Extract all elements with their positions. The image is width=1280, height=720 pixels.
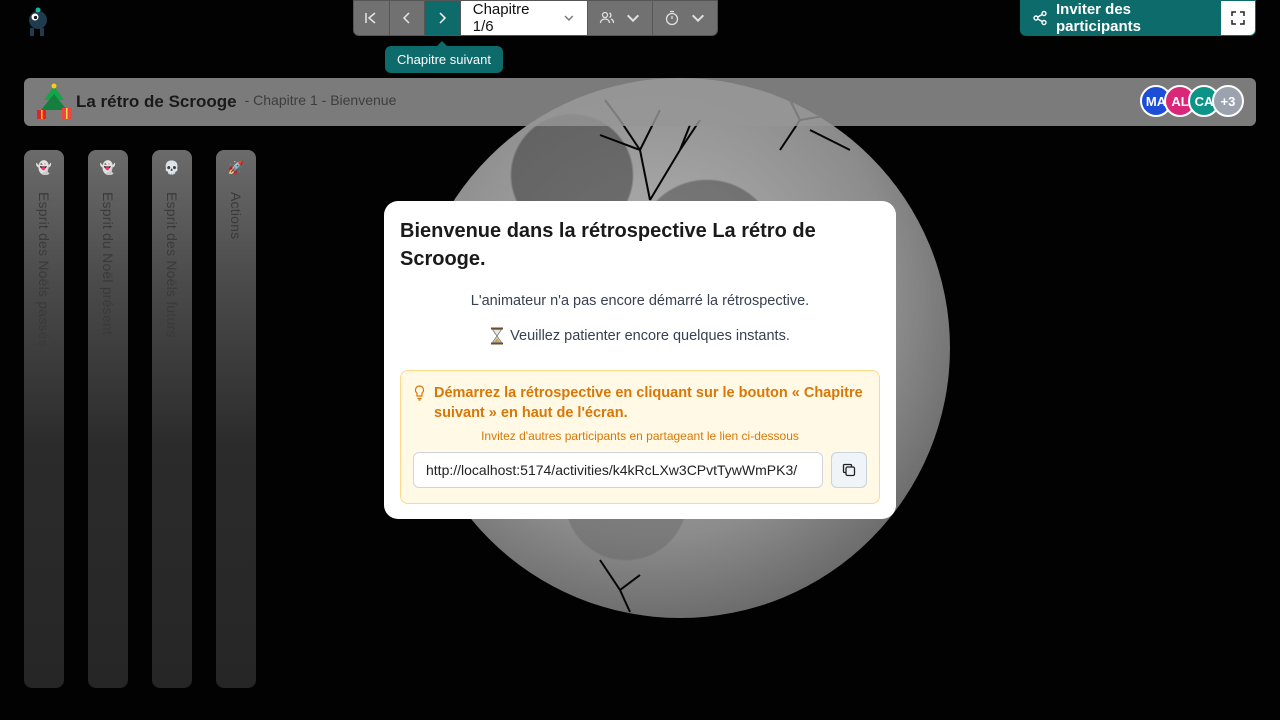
tip-title: Démarrez la rétrospective en cliquant su… (434, 385, 863, 421)
invite-label: Inviter des participants (1055, 1, 1142, 35)
column-label: Esprit des Noëls passés (36, 192, 52, 347)
christmas-tree-icon (37, 83, 72, 119)
previous-chapter-button[interactable] (389, 1, 426, 35)
ghost-future-icon: 💀 (163, 160, 181, 175)
modal-status-text: L'animateur n'a pas encore démarré la ré… (470, 293, 810, 309)
timer-dropdown[interactable] (651, 1, 717, 35)
first-chapter-icon (365, 12, 376, 24)
welcome-modal: Bienvenue dans la rétrospective La rétro… (384, 201, 896, 519)
column-label: Esprit du Noël présent (100, 192, 116, 335)
modal-wait-text: Veuillez patienter encore quelques insta… (510, 328, 790, 344)
ghost-past-icon: 👻 (35, 160, 53, 175)
chevron-down-icon (564, 15, 574, 21)
chapter-toolbar: Chapitre 1/6 (353, 0, 718, 36)
column-past: 👻 Esprit des Noëls passés (24, 150, 64, 688)
modal-title: Bienvenue dans la rétrospective La rétro… (400, 220, 816, 270)
column-label: Esprit des Noëls futurs (164, 192, 180, 338)
users-icon (599, 11, 614, 24)
retro-header: La rétro de Scrooge - Chapitre 1 - Bienv… (24, 78, 1256, 126)
retro-chapter-subtitle: - Chapitre 1 - Bienvenue (244, 92, 397, 108)
start-tip-box: Démarrez la rétrospective en cliquant su… (400, 370, 880, 504)
ghost-present-icon: 👻 (99, 160, 117, 175)
chevron-right-icon (439, 12, 447, 24)
invite-link-input[interactable] (413, 452, 823, 488)
chevron-down-icon (626, 14, 639, 23)
copy-link-button[interactable] (831, 452, 867, 488)
retro-title: La rétro de Scrooge (76, 92, 237, 111)
chapter-select-label: Chapitre 1/6 (472, 1, 530, 35)
next-chapter-tooltip: Chapitre suivant (385, 41, 503, 73)
app-logo[interactable] (22, 6, 54, 38)
modal-wait-row: Veuillez patienter encore quelques insta… (400, 327, 880, 345)
chevron-left-icon (402, 12, 410, 24)
lightbulb-icon (414, 385, 425, 401)
participants-dropdown[interactable] (586, 1, 652, 35)
column-present: 👻 Esprit du Noël présent (88, 150, 128, 688)
column-label: Actions (228, 192, 244, 240)
avatar-overflow-count[interactable]: +3 (1212, 85, 1244, 117)
fullscreen-icon (1231, 11, 1245, 25)
invite-participants-button[interactable]: Inviter des participants (1020, 0, 1220, 36)
fullscreen-button[interactable] (1220, 0, 1256, 36)
hourglass-icon (491, 327, 504, 345)
chapter-select[interactable]: Chapitre 1/6 (460, 1, 587, 35)
participant-avatars[interactable]: MA AL CA +3 (1140, 85, 1244, 117)
copy-icon (842, 463, 856, 477)
next-chapter-button[interactable] (425, 1, 461, 35)
chevron-down-icon (691, 14, 704, 23)
column-actions: 🚀 Actions (216, 150, 256, 688)
rocket-icon: 🚀 (227, 160, 245, 175)
timer-icon (665, 10, 679, 26)
tip-subtitle: Invitez d'autres participants en partage… (481, 429, 799, 443)
column-future: 💀 Esprit des Noëls futurs (152, 150, 192, 688)
share-icon (1033, 10, 1047, 26)
first-chapter-button[interactable] (354, 1, 390, 35)
